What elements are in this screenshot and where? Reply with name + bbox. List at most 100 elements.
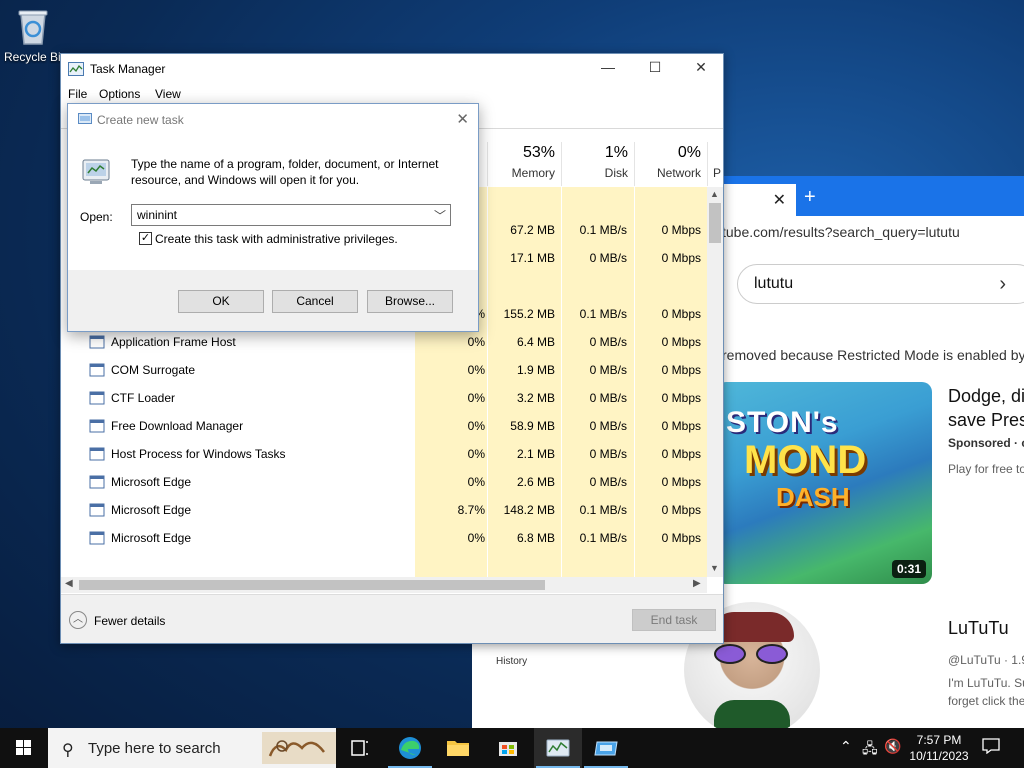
taskbar-file-explorer[interactable] (434, 728, 482, 768)
taskbar-run-dialog[interactable] (582, 728, 630, 768)
play-for-free-text: Play for free to (948, 462, 1024, 476)
scroll-down-icon[interactable]: ▼ (710, 563, 719, 573)
scroll-left-icon[interactable]: ◀ (65, 578, 73, 589)
table-row[interactable]: Free Download Manager 0% 58.9 MB 0 MB/s 0 Mb… (61, 412, 707, 440)
process-name: Free Download Manager (111, 419, 244, 433)
fewer-details-link[interactable]: Fewer details (94, 614, 165, 628)
disk-value: 0 MB/s (589, 475, 627, 489)
browser-tab[interactable]: ✕ (716, 184, 796, 216)
dialog-message: Type the name of a program, folder, docu… (131, 157, 439, 187)
run-dialog-icon (78, 113, 92, 124)
open-input-value[interactable]: wininint (137, 208, 177, 222)
memory-value: 17.1 MB (510, 251, 555, 265)
table-row[interactable]: Host Process for Windows Tasks 0% 2.1 MB 0 … (61, 440, 707, 468)
scroll-right-icon[interactable]: ▶ (693, 578, 701, 589)
scroll-up-icon[interactable]: ▲ (710, 189, 719, 199)
ok-button[interactable]: OK (178, 290, 264, 313)
end-task-button[interactable]: End task (632, 609, 716, 631)
disk-value: 0.1 MB/s (579, 223, 627, 237)
memory-value: 2.6 MB (516, 475, 555, 489)
maximize-button[interactable]: ☐ (632, 59, 678, 79)
clock-time: 7:57 PM (916, 733, 962, 747)
taskbar: ⚲ Type here to search ⌃ 🖧 🔇 7:57 PM 10/1… (0, 728, 1024, 768)
browse-button[interactable]: Browse... (367, 290, 453, 313)
close-button[interactable]: ✕ (678, 59, 724, 79)
memory-value: 2.1 MB (516, 447, 555, 461)
taskbar-store[interactable] (484, 728, 532, 768)
table-row[interactable]: CTF Loader 0% 3.2 MB 0 MB/s 0 Mbps (61, 384, 707, 412)
column-header-memory[interactable]: 53% Memory (487, 142, 561, 186)
admin-privileges-label[interactable]: Create this task with administrative pri… (155, 232, 398, 246)
cpu-value: 0% (467, 475, 485, 489)
power-label: P (712, 166, 721, 180)
menu-view[interactable]: View (155, 87, 181, 101)
search-value: lututu (754, 275, 794, 292)
cancel-button[interactable]: Cancel (272, 290, 358, 313)
table-row[interactable]: Application Frame Host 0% 6.4 MB 0 MB/s 0 Mb… (61, 328, 707, 356)
process-icon (89, 390, 105, 406)
chevron-down-icon[interactable]: ﹀ (434, 207, 446, 224)
disk-value: 0.1 MB/s (579, 531, 627, 545)
system-clock[interactable]: 7:57 PM 10/11/2023 (900, 732, 978, 764)
horizontal-scrollbar[interactable]: ◀ ▶ (61, 577, 707, 593)
column-header-power[interactable]: P (707, 142, 723, 186)
memory-value: 3.2 MB (516, 391, 555, 405)
task-view-button[interactable] (336, 728, 384, 768)
show-hidden-icons-chevron[interactable]: ⌃ (840, 738, 852, 755)
table-row[interactable]: Microsoft Edge 8.7% 148.2 MB 0.1 MB/s 0 Mbps (61, 496, 707, 524)
volume-muted-icon[interactable]: 🔇 (884, 738, 901, 755)
taskbar-search-box[interactable]: ⚲ Type here to search (48, 728, 336, 768)
video-thumbnail[interactable]: STON's MOND DASH 0:31 (716, 382, 932, 584)
taskbar-task-manager[interactable] (534, 728, 582, 768)
youtube-search-input[interactable]: lututu › (737, 264, 1024, 304)
menu-options[interactable]: Options (99, 87, 140, 101)
create-new-task-dialog: Create new task ✕ Type the name of a pro… (67, 103, 479, 332)
process-name: Host Process for Windows Tasks (111, 447, 286, 461)
address-bar[interactable]: tube.com/results?search_query=lututu (722, 224, 960, 240)
disk-value: 0 MB/s (589, 391, 627, 405)
process-icon (89, 530, 105, 546)
thumbnail-text-1: STON's (726, 406, 839, 439)
recycle-bin-desktop-icon[interactable]: Recycle Bin (4, 6, 62, 64)
minimize-button[interactable]: — (585, 59, 631, 79)
table-row[interactable]: COM Surrogate 0% 1.9 MB 0 MB/s 0 Mbps (61, 356, 707, 384)
sidebar-item-history[interactable]: History (496, 656, 527, 667)
chevron-up-icon[interactable]: ︿ (69, 611, 87, 629)
run-taskbar-icon (594, 741, 618, 756)
vertical-scroll-thumb[interactable] (709, 203, 721, 243)
windows-logo-icon (16, 740, 31, 755)
task-manager-menubar: File Options View (61, 85, 723, 105)
power-percent (708, 144, 721, 162)
process-name: Microsoft Edge (111, 475, 192, 489)
recycle-bin-icon (16, 6, 50, 46)
new-tab-icon[interactable]: + (804, 186, 816, 209)
store-icon (499, 742, 517, 756)
tab-close-icon[interactable]: ✕ (773, 190, 786, 210)
dialog-close-icon[interactable]: ✕ (456, 110, 469, 128)
channel-name[interactable]: LuTuTu (948, 618, 1009, 639)
table-row[interactable]: Microsoft Edge 0% 2.6 MB 0 MB/s 0 Mbps (61, 468, 707, 496)
network-icon[interactable]: 🖧 (862, 738, 878, 762)
memory-percent: 53% (522, 144, 555, 161)
video-title-line-1: Dodge, dip (948, 386, 1024, 406)
video-title[interactable]: Dodge, dip save Pres (948, 384, 1024, 432)
task-manager-titlebar[interactable]: Task Manager — ☐ ✕ (61, 54, 723, 84)
horizontal-scroll-thumb[interactable] (79, 580, 545, 590)
notification-icon[interactable] (982, 738, 1000, 754)
table-row[interactable]: Microsoft Edge 0% 6.8 MB 0.1 MB/s 0 Mbps (61, 524, 707, 552)
open-combobox[interactable]: wininint ﹀ (131, 204, 451, 226)
cpu-value: 0% (467, 363, 485, 377)
taskbar-edge[interactable] (386, 728, 434, 768)
menu-file[interactable]: File (68, 87, 87, 101)
dialog-titlebar[interactable]: Create new task ✕ (68, 104, 478, 134)
channel-desc-line-2: forget click the (948, 694, 1024, 708)
admin-privileges-checkbox[interactable]: ✓ (139, 232, 152, 245)
video-title-line-2: save Pres (948, 410, 1024, 430)
column-header-network[interactable]: 0% Network (634, 142, 707, 186)
process-name: Microsoft Edge (111, 531, 192, 545)
vertical-scrollbar[interactable]: ▲ ▼ (707, 187, 723, 577)
cpu-value: 8.7% (457, 503, 485, 517)
start-button[interactable] (0, 728, 48, 768)
process-icon (89, 418, 105, 434)
column-header-disk[interactable]: 1% Disk (561, 142, 634, 186)
